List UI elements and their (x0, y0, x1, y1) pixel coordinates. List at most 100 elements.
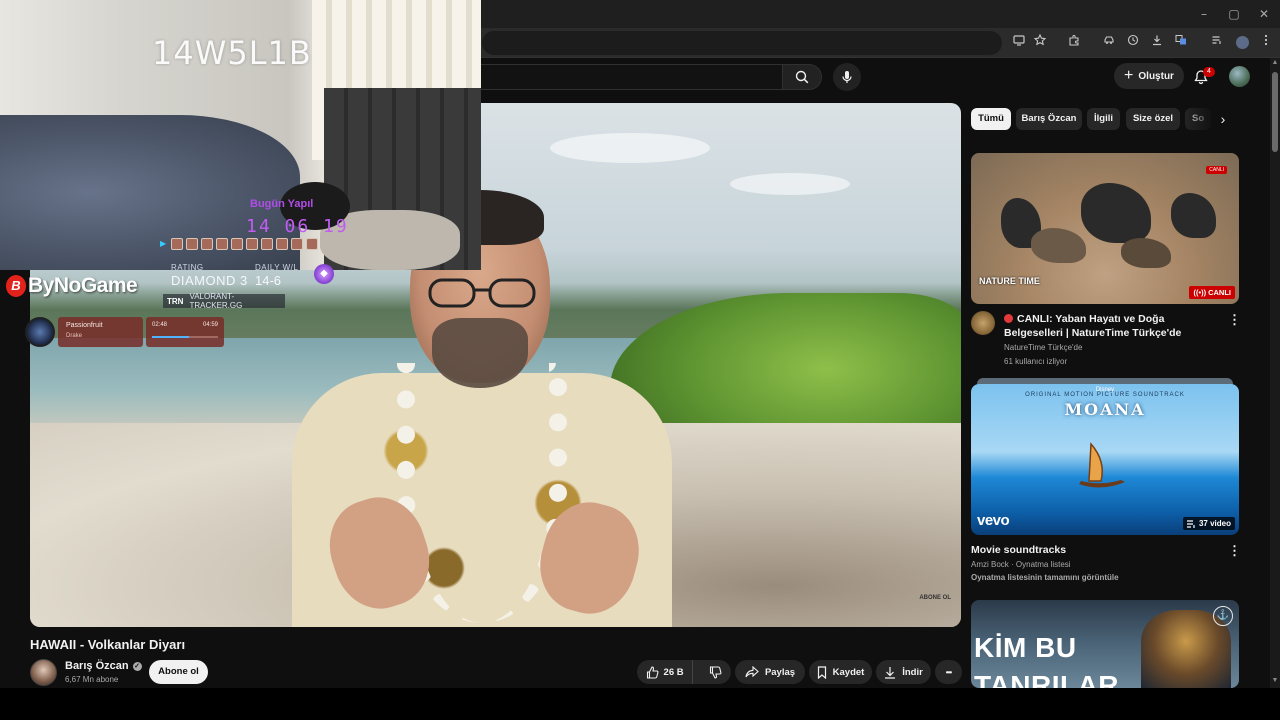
download-icon[interactable] (1148, 34, 1166, 52)
webcam-overlay: 14W5L1B Bugün Yapıl 14 06 19 ▶ (0, 0, 481, 270)
like-count: 26 B (663, 666, 684, 678)
chip-all[interactable]: Tümü (971, 108, 1011, 130)
match-history-strip: ▶ (160, 238, 350, 252)
agent-icon (261, 238, 273, 250)
share-button[interactable]: Paylaş (735, 660, 805, 684)
close-icon[interactable]: ✕ (1256, 6, 1272, 22)
sidebar-viewer-count: 61 kullanıcı izliyor (1004, 357, 1068, 366)
disney-logo: Disney (1095, 387, 1115, 393)
bottom-black-bar (0, 688, 1280, 720)
thumbs-up-icon (646, 665, 659, 679)
address-bar[interactable] (482, 31, 1002, 55)
download-button[interactable]: İndir (876, 660, 931, 684)
track-progress-fill (152, 336, 189, 338)
subscribe-watermark: ABONE OL (919, 595, 951, 601)
translate-icon[interactable] (1172, 34, 1190, 52)
screen: – ▢ ✕ + Oluştur 4 ▲ ▼ ABONE OL 14W5L1B B… (0, 0, 1280, 720)
verified-icon: ✓ (132, 661, 142, 671)
sponsor-name: ByNoGame (28, 274, 138, 297)
rank-badge-icon: ◆ (314, 264, 334, 284)
webcam-code-text: 14W5L1B (152, 34, 312, 72)
microphone-icon (842, 71, 852, 83)
minimize-icon[interactable]: – (1196, 6, 1212, 22)
daily-label: DAILY W/L (255, 263, 299, 272)
history-icon[interactable] (1124, 34, 1142, 52)
save-button[interactable]: Kaydet (809, 660, 872, 684)
thumbnail-moana-playlist[interactable]: ORIGINAL MOTION PICTURE SOUNDTRACK Disne… (971, 384, 1239, 535)
video-title: HAWAII - Volkanlar Diyarı (30, 637, 186, 652)
sponsor-logo: B ByNoGame (6, 273, 138, 299)
download-label: İndir (902, 666, 923, 678)
account-avatar[interactable] (1229, 66, 1250, 87)
thumbnail-text-line1: KİM BU (974, 632, 1077, 663)
agent-icon (186, 238, 198, 250)
like-button[interactable]: 26 B (637, 660, 694, 684)
more-vertical-icon[interactable]: ⋮ (1228, 312, 1241, 328)
extension-puzzle-icon[interactable] (1065, 34, 1083, 52)
tracker-site: VALORANT-TRACKER.GG (189, 292, 243, 310)
search-input[interactable] (480, 64, 782, 90)
live-badge-label: CANLI (1208, 288, 1231, 297)
search-icon (795, 70, 809, 84)
now-playing-widget: Passionfruit Drake 02:48 04:59 (25, 317, 224, 347)
chip-related[interactable]: İlgili (1087, 108, 1120, 130)
like-dislike-group: 26 B (637, 660, 731, 684)
track-duration: 04:59 (202, 322, 218, 328)
live-icon: ((•)) (1193, 288, 1207, 297)
car-extension-icon[interactable] (1100, 34, 1118, 52)
rating-value: DIAMOND 3 (171, 273, 248, 288)
chevron-right-icon[interactable]: › (1212, 108, 1234, 130)
canoe-icon (1079, 442, 1125, 488)
agent-icon (306, 238, 318, 250)
live-top-badge: CANLI (1206, 166, 1227, 174)
notification-count-badge: 4 (1203, 67, 1215, 77)
session-title: Bugün Yapıl (250, 198, 314, 210)
plus-icon: + (1124, 67, 1134, 84)
thumbnail-nature-live[interactable]: CANLI NATURE TIME ((•)) CANLI (971, 153, 1239, 304)
chip-channel[interactable]: Barış Özcan (1016, 108, 1082, 130)
create-label: Oluştur (1138, 70, 1174, 82)
scroll-thumb[interactable] (1272, 72, 1278, 152)
agent-icon (216, 238, 228, 250)
scroll-down-icon[interactable]: ▼ (1270, 676, 1280, 686)
agent-icon (231, 238, 243, 250)
thumbs-down-icon (709, 665, 722, 679)
sidebar-playlist-title[interactable]: Movie soundtracks (971, 543, 1193, 557)
page-scrollbar[interactable]: ▲ ▼ (1270, 58, 1280, 688)
more-actions-button[interactable]: ••• (935, 660, 962, 684)
scroll-up-icon[interactable]: ▲ (1270, 58, 1280, 68)
voice-search-button[interactable] (833, 63, 861, 91)
more-vertical-icon[interactable] (1257, 34, 1275, 52)
thumbnail-gods-video[interactable]: KİM BU TANRILAR ⚓ (971, 600, 1239, 688)
album-cover (25, 317, 55, 347)
channel-avatar[interactable] (30, 659, 57, 686)
restore-icon[interactable]: ▢ (1226, 6, 1242, 22)
dislike-button[interactable] (699, 660, 731, 684)
star-icon[interactable] (1031, 33, 1049, 52)
video-count-badge: 37 video (1182, 517, 1235, 530)
sidebar-playlist-owner[interactable]: Amzi Bock · Oynatma listesi (971, 560, 1071, 569)
more-vertical-icon[interactable]: ⋮ (1228, 543, 1241, 559)
playlist-icon[interactable] (1208, 34, 1226, 52)
agent-icon (201, 238, 213, 250)
sidebar-channel-name[interactable]: NatureTime Türkçe'de (1004, 343, 1082, 352)
channel-avatar-naturetime[interactable] (971, 311, 995, 335)
channel-link[interactable]: Barış Özcan ✓ (65, 660, 142, 672)
track-title: Passionfruit (66, 322, 103, 329)
sidebar-video-title[interactable]: CANLI: Yaban Hayatı ve Doğa Belgeselleri… (1004, 312, 1226, 340)
search-button[interactable] (782, 64, 822, 90)
download-arrow-icon (885, 666, 896, 679)
subscribe-button[interactable]: Abone ol (149, 660, 208, 684)
nature-time-logo: NATURE TIME (979, 276, 1040, 286)
rating-label: RATING (171, 263, 204, 272)
moana-title: MOANA (1064, 400, 1146, 419)
subscriber-count: 6,67 Mn abone (65, 675, 119, 684)
sponsor-mark-icon: B (6, 275, 26, 297)
browser-profile-icon[interactable] (1236, 36, 1249, 49)
chip-for-you[interactable]: Size özel (1126, 108, 1180, 130)
cast-icon[interactable] (1010, 34, 1028, 52)
play-icon: ▶ (160, 239, 167, 248)
create-button[interactable]: + Oluştur (1114, 63, 1184, 89)
view-full-playlist-link[interactable]: Oynatma listesinin tamamını görüntüle (971, 573, 1119, 582)
sidebar-title-text: CANLI: Yaban Hayatı ve Doğa Belgeselleri… (1004, 313, 1182, 339)
